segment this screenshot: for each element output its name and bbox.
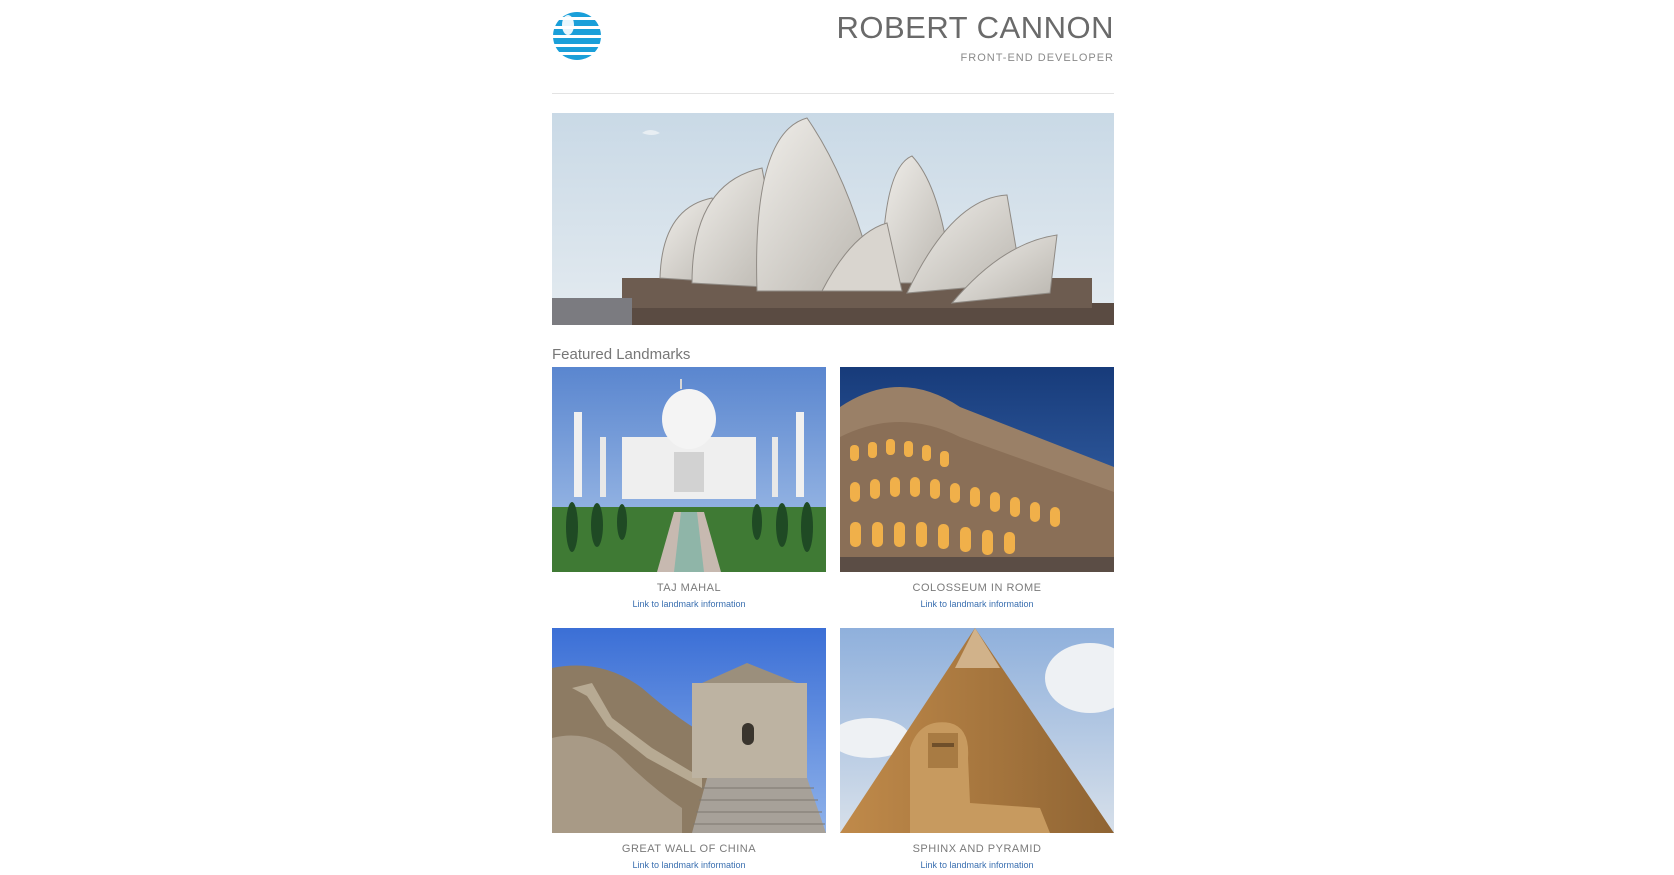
att-globe-icon[interactable] — [552, 11, 602, 61]
landmark-caption: COLOSSEUM IN ROME — [912, 582, 1042, 594]
landmark-link[interactable]: Link to landmark information — [840, 860, 1114, 870]
page-title: ROBERT CANNON — [836, 10, 1114, 45]
landmark-card: SPHINX AND PYRAMID Link to landmark info… — [840, 628, 1114, 870]
landmark-card: COLOSSEUM IN ROME Link to landmark infor… — [840, 367, 1114, 609]
site-header: ROBERT CANNON FRONT-END DEVELOPER — [552, 0, 1114, 94]
job-subtitle: FRONT-END DEVELOPER — [960, 52, 1114, 64]
landmark-link[interactable]: Link to landmark information — [840, 599, 1114, 609]
great-wall-image — [552, 628, 826, 833]
landmark-caption: TAJ MAHAL — [656, 582, 722, 594]
landmark-caption: GREAT WALL OF CHINA — [621, 843, 757, 855]
landmark-link[interactable]: Link to landmark information — [552, 599, 826, 609]
landmark-card: TAJ MAHAL Link to landmark information — [552, 367, 826, 609]
landmark-card: GREAT WALL OF CHINA Link to landmark inf… — [552, 628, 826, 870]
landmark-caption: SPHINX AND PYRAMID — [912, 843, 1042, 855]
landmark-link[interactable]: Link to landmark information — [552, 860, 826, 870]
sydney-opera-house-image — [552, 113, 1114, 325]
page-container: ROBERT CANNON FRONT-END DEVELOPER Featur… — [552, 0, 1114, 870]
colosseum-image — [840, 367, 1114, 572]
taj-mahal-image — [552, 367, 826, 572]
sphinx-pyramid-image — [840, 628, 1114, 833]
section-title: Featured Landmarks — [552, 346, 691, 363]
